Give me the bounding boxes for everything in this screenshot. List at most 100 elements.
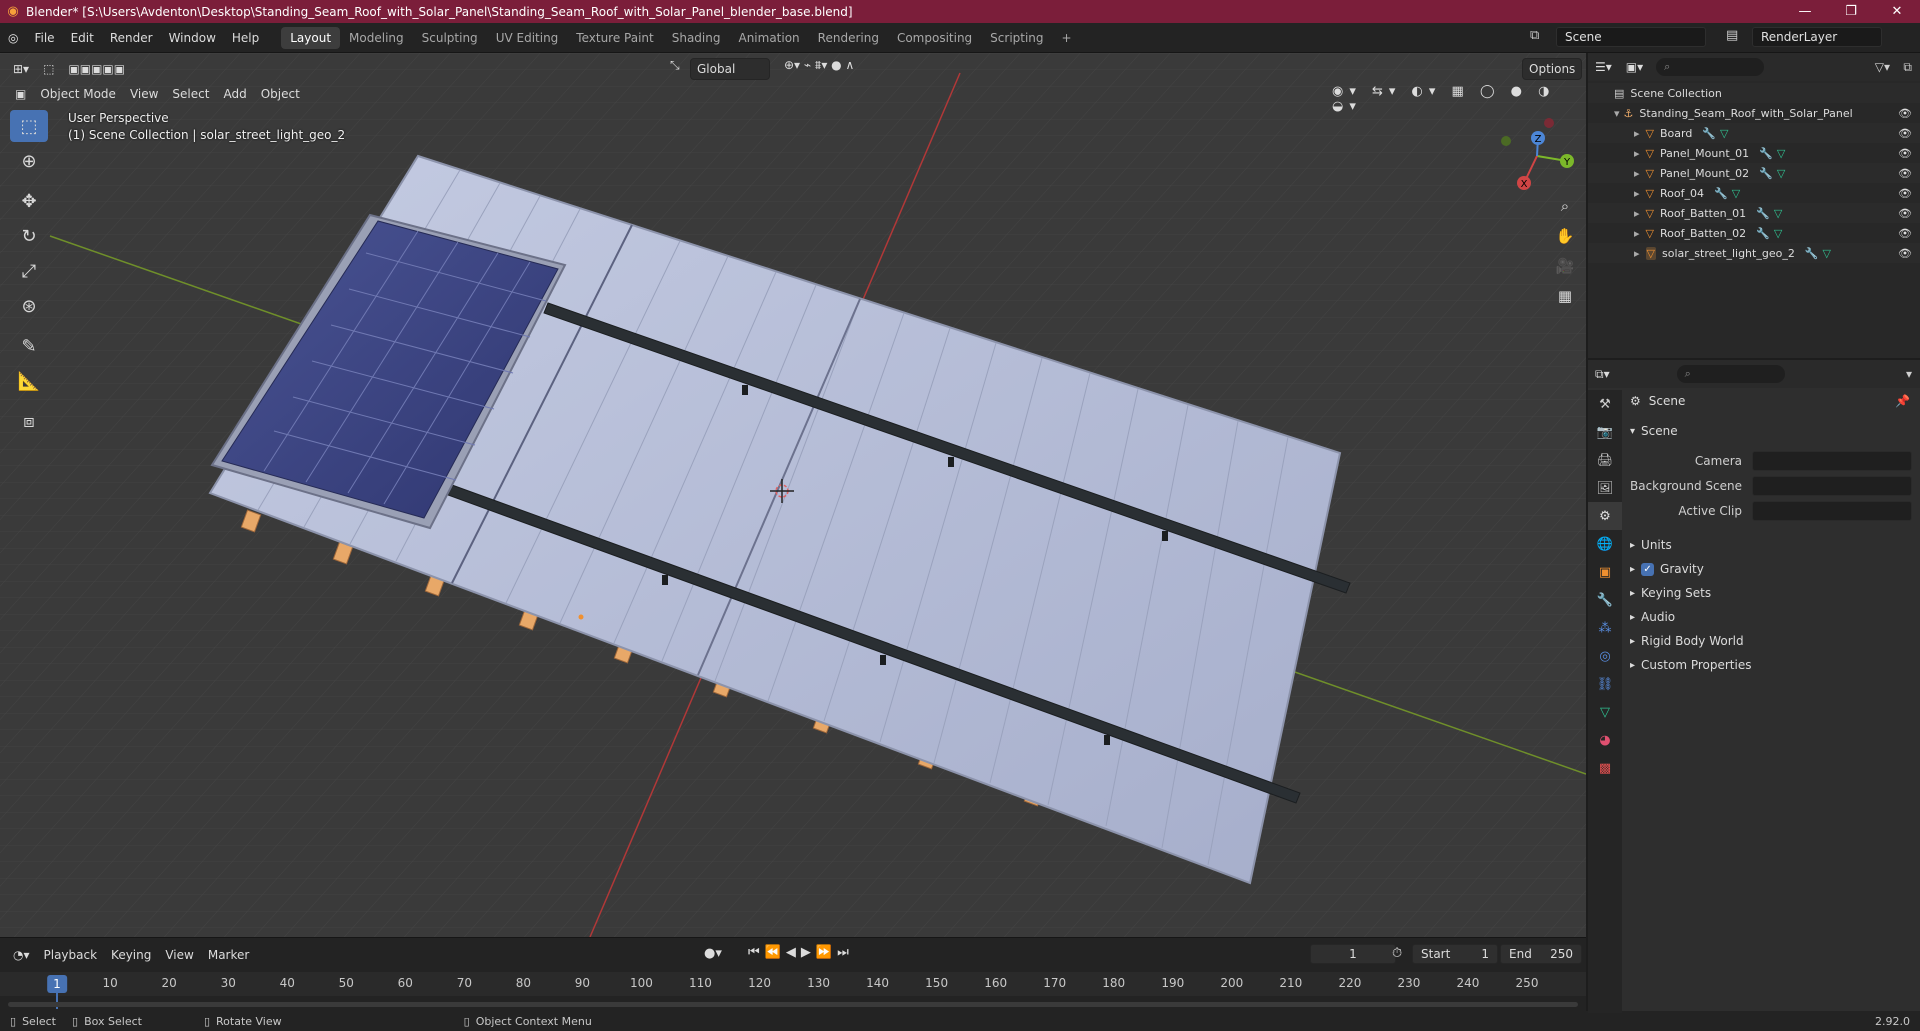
visibility-eye-icon[interactable]: 👁 xyxy=(1898,167,1912,180)
custom-properties-panel-header[interactable]: ▸ Custom Properties xyxy=(1622,654,1920,676)
tab-texture-paint[interactable]: Texture Paint xyxy=(567,27,662,49)
data-tab-icon[interactable]: ▽ xyxy=(1588,698,1622,726)
add-workspace-icon[interactable]: + xyxy=(1053,27,1081,49)
tab-layout[interactable]: Layout xyxy=(281,26,341,49)
tab-animation[interactable]: Animation xyxy=(729,27,808,49)
scene-panel-header[interactable]: ▾ Scene xyxy=(1622,420,1920,442)
properties-search-input[interactable]: ⌕ xyxy=(1676,365,1785,383)
transform-tool-icon[interactable]: ⊛ xyxy=(10,290,48,322)
rigid-body-world-panel-header[interactable]: ▸ Rigid Body World xyxy=(1622,630,1920,652)
visibility-eye-icon[interactable]: 👁 xyxy=(1898,187,1912,200)
tool-tab-icon[interactable]: ⚒ xyxy=(1588,390,1622,418)
mode-dropdown[interactable]: Object Mode xyxy=(33,83,123,105)
maximize-button[interactable]: ❐ xyxy=(1828,0,1874,23)
outliner-row-roof-batten-01[interactable]: ▸ ▽ Roof_Batten_01 🔧 ▽ 👁 xyxy=(1588,203,1920,223)
scene-icon[interactable]: ⧉ xyxy=(1530,28,1539,43)
outliner-row-scene-collection[interactable]: ▤ Scene Collection xyxy=(1588,83,1920,103)
outliner-row-collection[interactable]: ▾ ⚓ Standing_Seam_Roof_with_Solar_Panel … xyxy=(1588,103,1920,123)
expand-arrow-icon[interactable]: ▸ xyxy=(1634,247,1640,260)
audio-panel-header[interactable]: ▸ Audio xyxy=(1622,606,1920,628)
display-mode-icon[interactable]: ▣▾ xyxy=(1619,56,1650,78)
tab-modeling[interactable]: Modeling xyxy=(340,27,413,49)
expand-arrow-icon[interactable]: ▸ xyxy=(1634,127,1640,140)
timeline-menu-playback[interactable]: Playback xyxy=(37,944,105,966)
rotate-tool-icon[interactable]: ↻ xyxy=(10,220,48,252)
viewport-menu-object[interactable]: Object xyxy=(254,83,307,105)
background-scene-field[interactable] xyxy=(1752,476,1912,496)
outliner-editor-type-icon[interactable]: ☰▾ xyxy=(1588,56,1619,78)
texture-tab-icon[interactable]: ▩ xyxy=(1588,754,1622,782)
selection-modes-icon[interactable]: ▣▣▣▣▣ xyxy=(61,58,132,80)
tab-sculpting[interactable]: Sculpting xyxy=(413,27,487,49)
material-tab-icon[interactable]: ◕ xyxy=(1588,726,1622,754)
constraints-tab-icon[interactable]: ⛓ xyxy=(1588,670,1622,698)
keying-sets-panel-header[interactable]: ▸ Keying Sets xyxy=(1622,582,1920,604)
expand-arrow-icon[interactable]: ▸ xyxy=(1634,207,1640,220)
select-box-tool-icon[interactable]: ⬚ xyxy=(10,110,48,142)
expand-arrow-icon[interactable]: ▸ xyxy=(1634,147,1640,160)
menu-file[interactable]: File xyxy=(26,27,62,49)
physics-tab-icon[interactable]: ◎ xyxy=(1588,642,1622,670)
outliner-row-roof-batten-02[interactable]: ▸ ▽ Roof_Batten_02 🔧 ▽ 👁 xyxy=(1588,223,1920,243)
menu-render[interactable]: Render xyxy=(102,27,161,49)
transform-orientation-dropdown[interactable]: Global xyxy=(690,58,770,80)
annotate-tool-icon[interactable]: ✎ xyxy=(10,330,48,362)
camera-field[interactable] xyxy=(1752,451,1912,471)
timeline-menu-marker[interactable]: Marker xyxy=(201,944,256,966)
menu-window[interactable]: Window xyxy=(161,27,224,49)
gravity-checkbox[interactable]: ✓ xyxy=(1641,562,1655,576)
active-clip-field[interactable] xyxy=(1752,501,1912,521)
outliner-row-panel-mount-02[interactable]: ▸ ▽ Panel_Mount_02 🔧 ▽ 👁 xyxy=(1588,163,1920,183)
menu-help[interactable]: Help xyxy=(224,27,267,49)
viewport-scene[interactable]: Y X Z xyxy=(0,53,1586,937)
visibility-eye-icon[interactable]: 👁 xyxy=(1898,107,1912,120)
options-dropdown[interactable]: Options xyxy=(1522,58,1583,80)
camera-view-icon[interactable]: 🎥 xyxy=(1552,253,1578,279)
timeline-scrollbar[interactable] xyxy=(8,1002,1578,1007)
outliner-search-input[interactable]: ⌕ xyxy=(1656,58,1765,76)
end-frame-field[interactable]: End 250 xyxy=(1500,944,1582,964)
ortho-grid-icon[interactable]: ▦ xyxy=(1552,283,1578,309)
visibility-eye-icon[interactable]: 👁 xyxy=(1898,247,1912,260)
gravity-panel-header[interactable]: ▸ ✓ Gravity xyxy=(1622,558,1920,580)
viewport-menu-add[interactable]: Add xyxy=(216,83,253,105)
modifier-tab-icon[interactable]: 🔧 xyxy=(1588,586,1622,614)
outliner-row-panel-mount-01[interactable]: ▸ ▽ Panel_Mount_01 🔧 ▽ 👁 xyxy=(1588,143,1920,163)
menu-edit[interactable]: Edit xyxy=(63,27,102,49)
preview-range-icon[interactable]: ⏱ xyxy=(1392,946,1402,961)
measure-tool-icon[interactable]: 📐 xyxy=(10,365,48,397)
pin-icon[interactable]: 📌 xyxy=(1895,394,1910,408)
overlay-shading-icons[interactable]: ◉▾ ⇆▾ ◐▾ ▦ ◯ ● ◑ ◒▾ xyxy=(1332,84,1586,114)
close-button[interactable]: ✕ xyxy=(1874,0,1920,23)
new-collection-icon[interactable]: ⧉ xyxy=(1903,60,1912,75)
render-tab-icon[interactable]: 📷 xyxy=(1588,418,1622,446)
expand-arrow-icon[interactable]: ▾ xyxy=(1614,107,1620,120)
outliner-row-board[interactable]: ▸ ▽ Board 🔧 ▽ 👁 xyxy=(1588,123,1920,143)
auto-keying-icon[interactable]: ●▾ xyxy=(704,946,722,961)
tab-shading[interactable]: Shading xyxy=(663,27,730,49)
units-panel-header[interactable]: ▸ Units xyxy=(1622,534,1920,556)
cursor-tool-icon[interactable]: ⊕ xyxy=(10,145,48,177)
visibility-eye-icon[interactable]: 👁 xyxy=(1898,147,1912,160)
tab-uv-editing[interactable]: UV Editing xyxy=(487,27,568,49)
start-frame-field[interactable]: Start 1 xyxy=(1412,944,1498,964)
view-layer-tab-icon[interactable]: 🖼 xyxy=(1588,474,1622,502)
particles-tab-icon[interactable]: ⁂ xyxy=(1588,614,1622,642)
transform-pivot-icon[interactable]: ⤡ xyxy=(670,58,680,73)
select-mode-icon[interactable]: ⬚ xyxy=(36,58,61,80)
editor-type-icon[interactable]: ⊞▾ xyxy=(6,58,36,80)
playback-controls[interactable]: ⏮⏪◀▶⏩⏭ xyxy=(748,945,854,960)
output-tab-icon[interactable]: 🖨 xyxy=(1588,446,1622,474)
zoom-icon[interactable]: ⌕ xyxy=(1552,193,1578,219)
scene-tab-icon[interactable]: ⚙ xyxy=(1588,502,1622,530)
visibility-eye-icon[interactable]: 👁 xyxy=(1898,207,1912,220)
render-layer-icon[interactable]: ▤ xyxy=(1726,28,1738,43)
outliner-row-solar-street-light[interactable]: ▸ ▽ solar_street_light_geo_2 🔧 ▽ 👁 xyxy=(1588,243,1920,263)
timeline-ruler[interactable]: 1 10 20 30 40 50 60 70 80 90 100 110 120 130 140 150 160… xyxy=(0,972,1586,1009)
snapping-icons[interactable]: ⊕▾ ⌁ ⩩▾ ● ∧ xyxy=(784,58,854,73)
properties-editor-type-icon[interactable]: ⧉▾ xyxy=(1588,363,1617,385)
expand-arrow-icon[interactable]: ▸ xyxy=(1634,187,1640,200)
expand-arrow-icon[interactable]: ▸ xyxy=(1634,227,1640,240)
current-frame-marker[interactable]: 1 xyxy=(47,975,67,993)
filter-icon[interactable]: ▽▾ xyxy=(1875,60,1890,74)
